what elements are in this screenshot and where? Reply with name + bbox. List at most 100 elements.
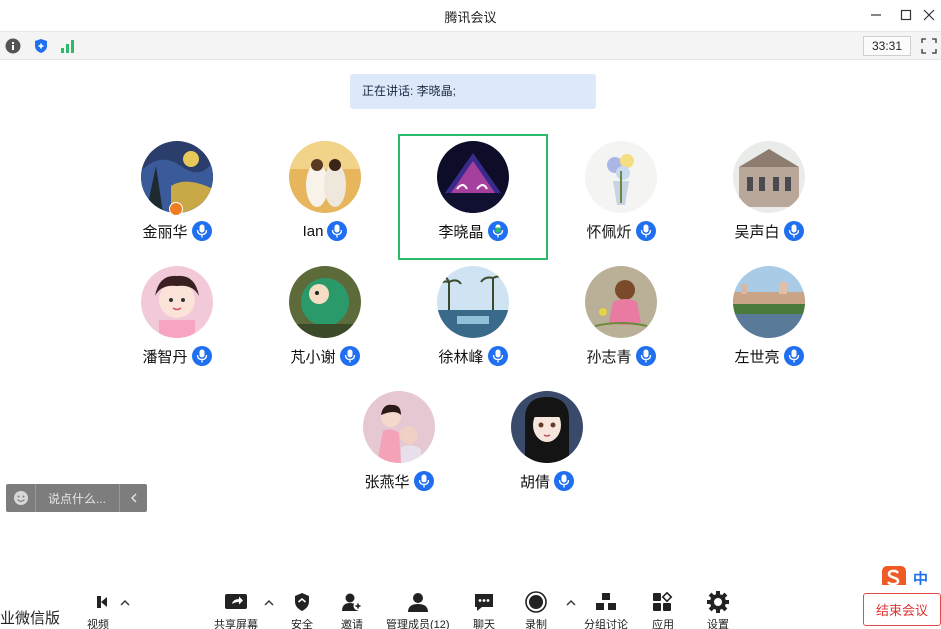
maximize-icon[interactable] — [894, 4, 918, 26]
avatar — [511, 391, 583, 463]
toolbar-button-label: 应用 — [652, 619, 674, 629]
toolbar-button-label: 分组讨论 — [584, 619, 628, 629]
participant-name: 金丽华 — [142, 223, 188, 241]
settings-button[interactable]: 设置 — [706, 591, 730, 629]
breakout-button[interactable]: 分组讨论 — [584, 591, 628, 629]
chat-button[interactable]: 聊天 — [472, 591, 496, 629]
mic-icon — [191, 346, 212, 366]
settings-icon — [706, 591, 730, 613]
avatar — [363, 391, 435, 463]
participant-tile[interactable]: 徐林峰 — [400, 261, 546, 383]
invite-icon — [340, 591, 364, 613]
toolbar-button-label: 邀请 — [341, 619, 363, 629]
mic-icon — [487, 346, 508, 366]
participant-tile[interactable]: 孙志青 — [548, 261, 694, 383]
avatar — [585, 266, 657, 338]
toolbar-button-label: 聊天 — [473, 619, 495, 629]
mic-icon — [783, 346, 804, 366]
title-bar: 腾讯会议 — [0, 0, 941, 31]
participant-name: 张燕华 — [364, 473, 410, 491]
chevron-up-icon[interactable] — [120, 599, 130, 610]
chevron-up-icon[interactable] — [566, 599, 576, 610]
participant-tile[interactable]: 芃小谢 — [252, 261, 398, 383]
minimize-icon[interactable] — [864, 4, 888, 26]
toolbar-button-label: 录制 — [525, 619, 547, 629]
members-icon — [406, 591, 430, 613]
bottom-control-bar: 视频 共享屏幕 安全 邀请 管理成员(12) 聊天 录制 分组讨论 应用 设置 — [0, 585, 941, 629]
apps-button[interactable]: 应用 — [651, 591, 675, 629]
security-icon — [290, 591, 314, 613]
meeting-toolbar: 33:31 — [0, 31, 941, 60]
share-screen-icon — [224, 591, 248, 613]
collapse-chevron-icon[interactable] — [119, 484, 147, 512]
window-title: 腾讯会议 — [444, 10, 497, 25]
participant-tile[interactable]: 左世亮 — [696, 261, 842, 383]
chat-input[interactable]: 说点什么... — [36, 490, 119, 507]
toolbar-button-label: 设置 — [707, 619, 729, 629]
avatar — [585, 141, 657, 213]
participant-name: Ian — [302, 222, 324, 240]
video-button[interactable]: 视频 — [86, 591, 110, 629]
avatar — [437, 266, 509, 338]
participant-tile[interactable]: 怀佩炘 — [548, 136, 694, 258]
avatar — [733, 141, 805, 213]
participant-name: 芃小谢 — [290, 348, 336, 366]
avatar — [289, 266, 361, 338]
record-button[interactable]: 录制 — [524, 591, 548, 629]
mic-icon — [635, 346, 656, 366]
participant-tile[interactable]: Ian — [252, 136, 398, 258]
participant-tile[interactable]: 吴声白 — [696, 136, 842, 258]
participant-name: 左世亮 — [734, 348, 780, 366]
mic-icon — [783, 221, 804, 241]
record-icon — [524, 591, 548, 613]
participant-tile[interactable]: 胡倩 — [474, 386, 620, 508]
share-screen-button[interactable]: 共享屏幕 — [214, 591, 258, 629]
avatar — [733, 266, 805, 338]
invite-button[interactable]: 邀请 — [340, 591, 364, 629]
video-icon — [86, 591, 110, 613]
members-button[interactable]: 管理成员(12) — [386, 591, 450, 629]
mic-icon — [413, 471, 434, 491]
toolbar-button-label: 共享屏幕 — [214, 619, 258, 629]
signal-icon[interactable] — [59, 37, 77, 55]
avatar — [289, 141, 361, 213]
participant-tile[interactable]: 金丽华 — [104, 136, 250, 258]
participant-name: 怀佩炘 — [586, 223, 632, 241]
mic-icon — [554, 471, 574, 491]
participant-name: 胡倩 — [519, 473, 550, 491]
close-icon[interactable] — [917, 4, 941, 26]
security-button[interactable]: 安全 — [290, 591, 314, 629]
participant-tile[interactable]: 张燕华 — [326, 386, 472, 508]
wechat-edition-label: 业微信版 — [0, 610, 61, 627]
chevron-up-icon[interactable] — [264, 599, 274, 610]
info-icon[interactable] — [4, 37, 22, 55]
mic-icon — [635, 221, 656, 241]
participant-name: 吴声白 — [734, 223, 780, 241]
toolbar-button-label: 视频 — [87, 619, 109, 629]
meeting-timer: 33:31 — [863, 36, 911, 56]
participant-name: 李晓晶 — [438, 223, 484, 241]
emoji-icon[interactable] — [6, 484, 36, 512]
chat-icon — [472, 591, 496, 613]
apps-icon — [651, 591, 675, 613]
speaking-indicator: 正在讲话: 李晓晶; — [350, 74, 596, 109]
participant-name: 潘智丹 — [142, 348, 188, 366]
participant-name: 徐林峰 — [438, 348, 484, 366]
toolbar-button-label: 安全 — [291, 619, 313, 629]
toolbar-button-label: 管理成员(12) — [386, 619, 450, 629]
shield-icon[interactable] — [32, 37, 50, 55]
mic-icon — [191, 221, 212, 241]
avatar — [141, 266, 213, 338]
participant-name: 孙志青 — [586, 348, 632, 366]
mic-active-icon — [487, 221, 508, 241]
participant-tile[interactable]: 潘智丹 — [104, 261, 250, 383]
fullscreen-icon[interactable] — [921, 38, 937, 54]
chat-input-bar[interactable]: 说点什么... — [6, 484, 147, 512]
mic-icon — [339, 346, 360, 366]
participant-tile[interactable]: 李晓晶 — [398, 134, 548, 260]
host-badge-icon — [169, 202, 183, 216]
end-meeting-button[interactable]: 结束会议 — [863, 593, 941, 626]
avatar — [437, 141, 509, 213]
mic-icon — [327, 221, 348, 241]
breakout-icon — [594, 591, 618, 613]
